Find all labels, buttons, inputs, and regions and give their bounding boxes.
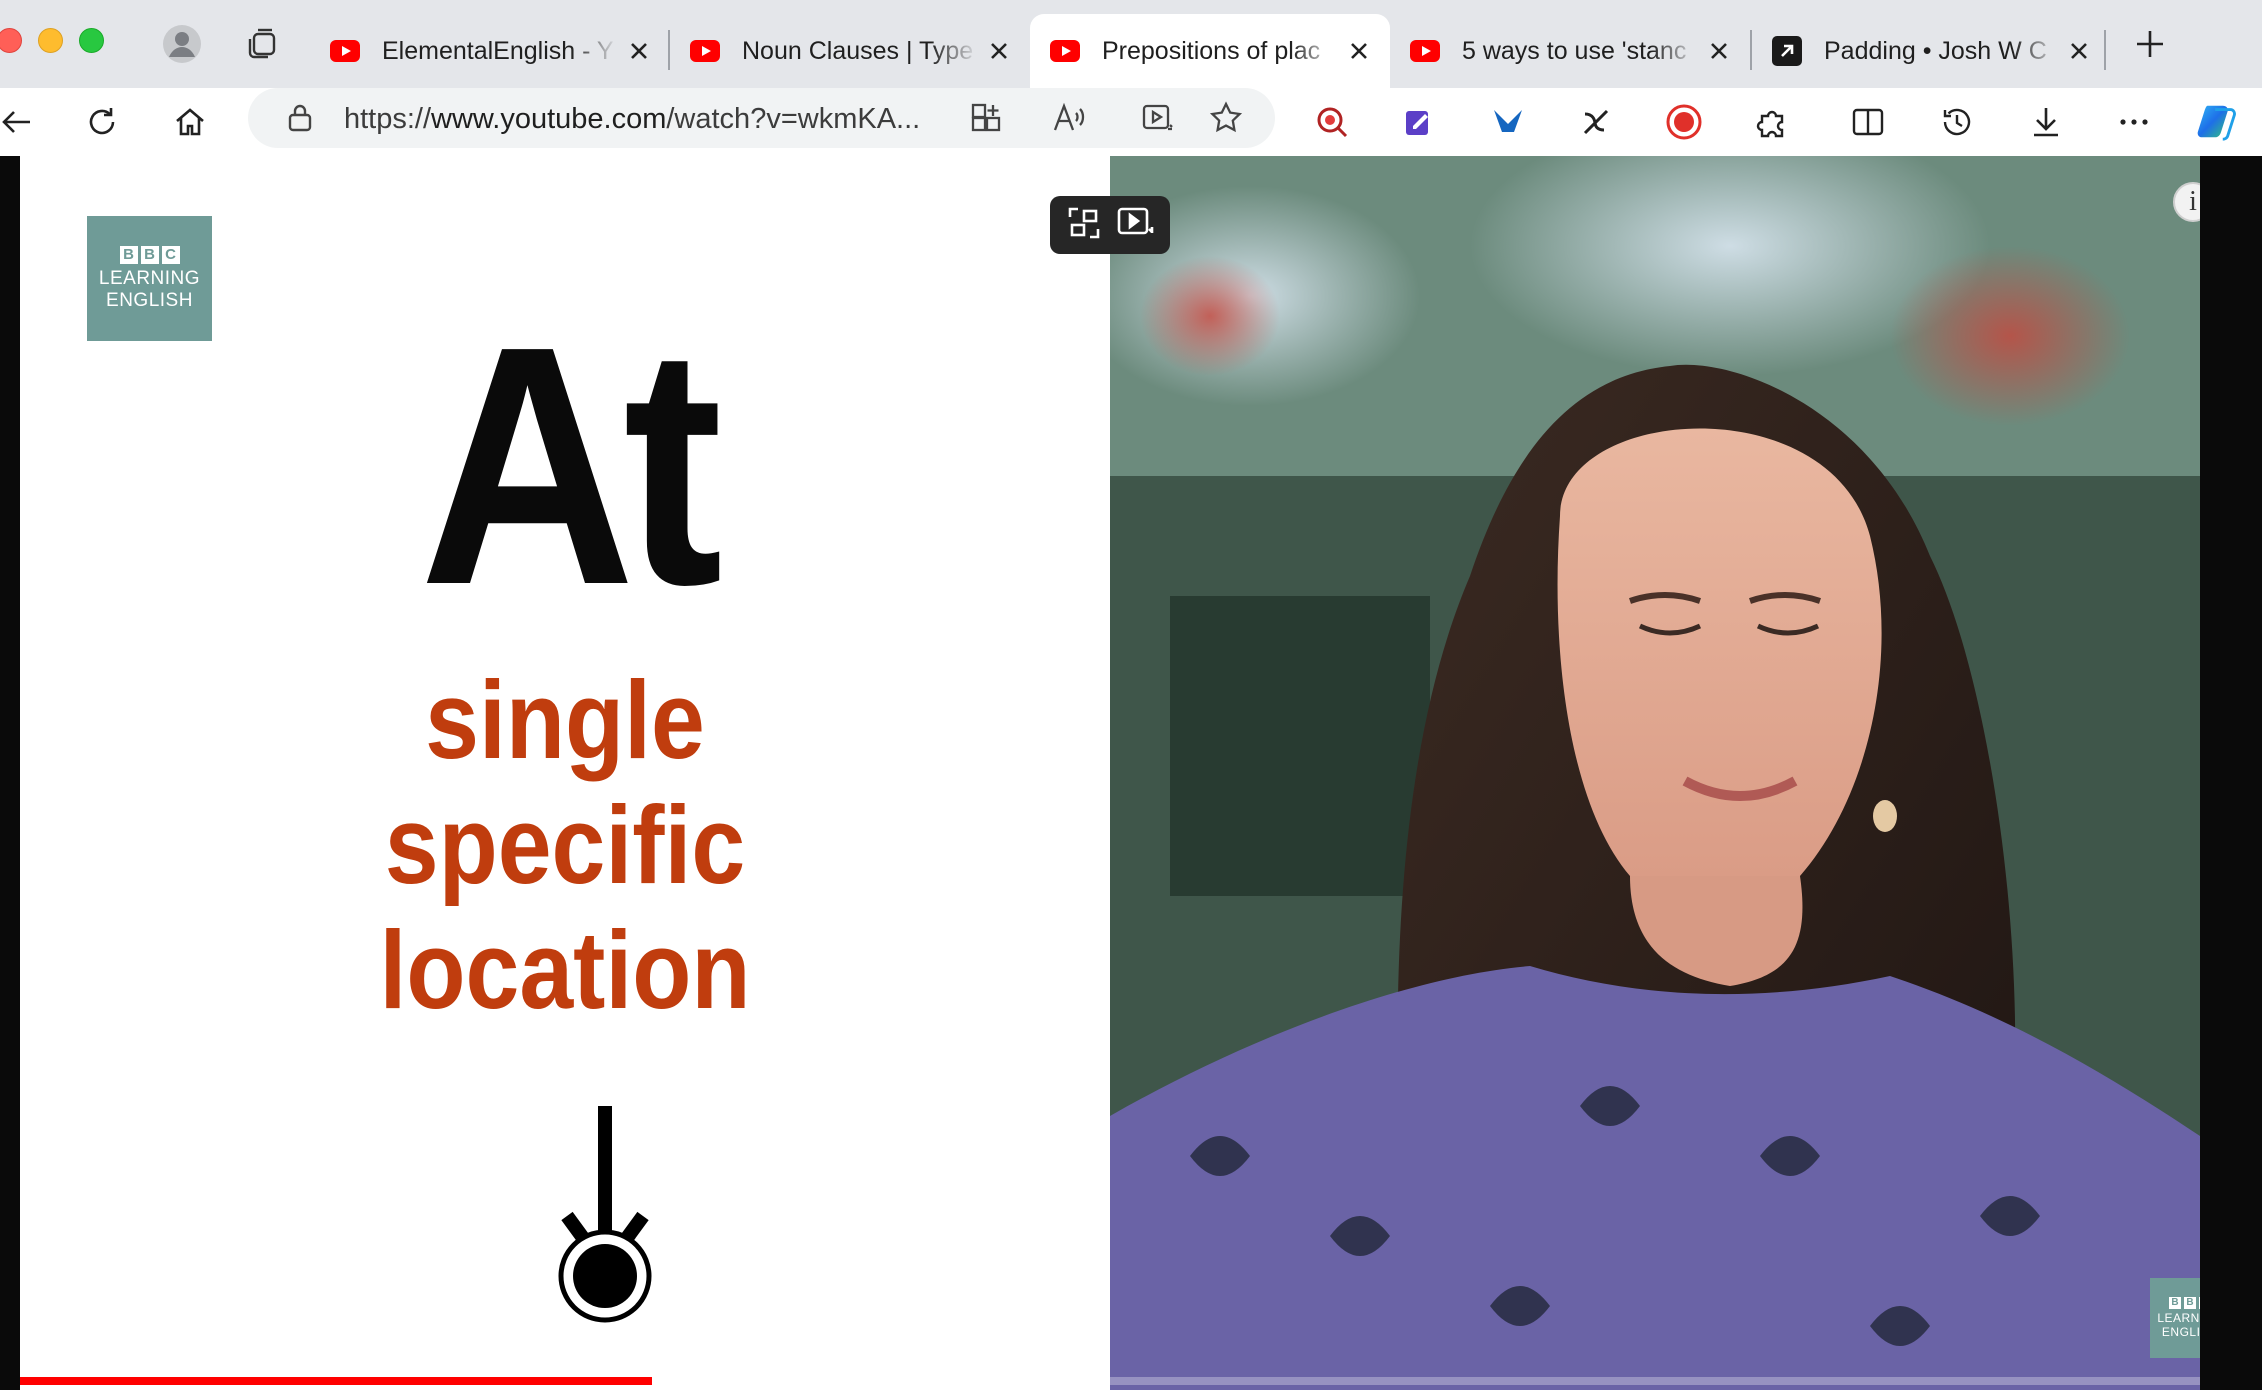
bbc-letter: C xyxy=(161,245,180,264)
close-icon[interactable] xyxy=(626,38,652,64)
youtube-icon xyxy=(690,40,720,62)
vector-extension-icon[interactable] xyxy=(1574,100,1618,144)
tab-elementalenglish[interactable]: ElementalEnglish - Y xyxy=(310,14,670,88)
video-enhance-icon[interactable] xyxy=(1136,96,1180,140)
tab-actions-icon[interactable] xyxy=(240,22,284,66)
tab-title: Noun Clauses | Type xyxy=(742,36,974,65)
split-screen-icon[interactable] xyxy=(1846,100,1890,144)
tab-noun-clauses[interactable]: Noun Clauses | Type xyxy=(670,14,1030,88)
bbc-letter: B xyxy=(119,245,138,264)
history-icon[interactable] xyxy=(1935,100,1979,144)
apps-grid-icon[interactable] xyxy=(964,96,1008,140)
bbc-letter: B xyxy=(2184,1297,2196,1309)
copilot-icon[interactable] xyxy=(2196,100,2240,144)
logo-line-learning: LEARNING xyxy=(98,267,201,289)
letterbox-left xyxy=(0,156,20,1390)
download-icon[interactable] xyxy=(2024,100,2068,144)
picture-in-picture-icon[interactable] xyxy=(1064,203,1104,248)
profile-avatar-icon[interactable] xyxy=(160,22,204,66)
back-arrow-icon[interactable] xyxy=(0,100,38,144)
bbc-letters: B B C xyxy=(119,245,180,264)
tab-title: 5 ways to use 'stanc xyxy=(1462,36,1687,65)
close-icon[interactable] xyxy=(986,38,1012,64)
video-assistant-icon[interactable] xyxy=(1115,203,1157,248)
bbc-letters: B B C xyxy=(2169,1297,2200,1309)
extensions-puzzle-icon[interactable] xyxy=(1750,100,1794,144)
bbc-letter: B xyxy=(2169,1297,2181,1309)
record-button-icon[interactable] xyxy=(1662,100,1706,144)
presenter-camera-feed: B B C LEARNING ENGLISH xyxy=(1110,156,2200,1390)
subtitle-line: location xyxy=(379,909,751,1032)
tab-title: Padding • Josh W C xyxy=(1824,36,2047,65)
video-progress-bar[interactable] xyxy=(20,1377,2200,1385)
browser-toolbar: https://www.youtube.com/watch?v=wkmKA... xyxy=(0,88,2262,156)
external-link-icon xyxy=(1772,36,1802,66)
new-tab-plus-icon[interactable] xyxy=(2128,22,2172,66)
read-aloud-icon[interactable] xyxy=(1048,96,1092,140)
subtitle-line: specific xyxy=(384,784,746,907)
tab-title: ElementalEnglish - Y xyxy=(382,36,614,65)
url-text[interactable]: https://www.youtube.com/watch?v=wkmKA... xyxy=(344,103,944,136)
more-options-icon[interactable] xyxy=(2112,100,2156,144)
window-minimize-button[interactable] xyxy=(38,28,63,53)
video-player[interactable]: B B C LEARNING ENGLISH At single specifi… xyxy=(0,156,2262,1390)
url-domain: www.youtube.com xyxy=(431,103,667,135)
lock-icon[interactable] xyxy=(278,96,322,140)
subtitle-line: single xyxy=(425,659,705,782)
tab-5-ways-stand[interactable]: 5 ways to use 'stanc xyxy=(1390,14,1750,88)
bbc-learning-english-watermark: B B C LEARNING ENGLISH xyxy=(2150,1278,2200,1358)
video-progress-played xyxy=(20,1377,653,1385)
video-overlay-controls xyxy=(1050,196,1170,254)
letterbox-right xyxy=(2200,156,2262,1390)
close-icon[interactable] xyxy=(2066,38,2092,64)
tab-title: Prepositions of plac xyxy=(1102,36,1321,65)
url-prefix: https:// xyxy=(344,103,432,135)
tab-strip: ElementalEnglish - Y Noun Clauses | Type… xyxy=(0,0,2262,88)
close-icon[interactable] xyxy=(1706,38,1732,64)
window-close-button[interactable] xyxy=(0,28,22,53)
note-edit-extension-icon[interactable] xyxy=(1397,100,1441,144)
url-path: /watch?v=wkmKA... xyxy=(666,103,921,135)
lesson-slide: B B C LEARNING ENGLISH At single specifi… xyxy=(20,156,1110,1390)
bbc-letter: B xyxy=(140,245,159,264)
arrow-to-point-icon xyxy=(558,1106,652,1323)
address-bar[interactable]: https://www.youtube.com/watch?v=wkmKA... xyxy=(248,88,1275,148)
y-extension-icon[interactable] xyxy=(1486,100,1530,144)
favorite-star-icon[interactable] xyxy=(1204,96,1248,140)
presenter-image xyxy=(1110,156,2200,1390)
reload-icon[interactable] xyxy=(80,100,124,144)
logo-line-learning: LEARNING xyxy=(2157,1311,2200,1325)
screen-record-search-icon[interactable] xyxy=(1310,100,1354,144)
youtube-icon xyxy=(330,40,360,62)
window-maximize-button[interactable] xyxy=(79,28,104,53)
logo-line-english: ENGLISH xyxy=(2161,1325,2200,1339)
home-icon[interactable] xyxy=(168,100,212,144)
youtube-icon xyxy=(1410,40,1440,62)
preposition-heading: At xyxy=(419,276,722,656)
tab-prepositions-of-place[interactable]: Prepositions of plac xyxy=(1030,14,1390,88)
close-icon[interactable] xyxy=(1346,38,1372,64)
tab-divider xyxy=(2104,30,2106,70)
youtube-icon xyxy=(1050,40,1080,62)
tab-padding-josh-w-comeau[interactable]: Padding • Josh W C xyxy=(1752,14,2110,88)
